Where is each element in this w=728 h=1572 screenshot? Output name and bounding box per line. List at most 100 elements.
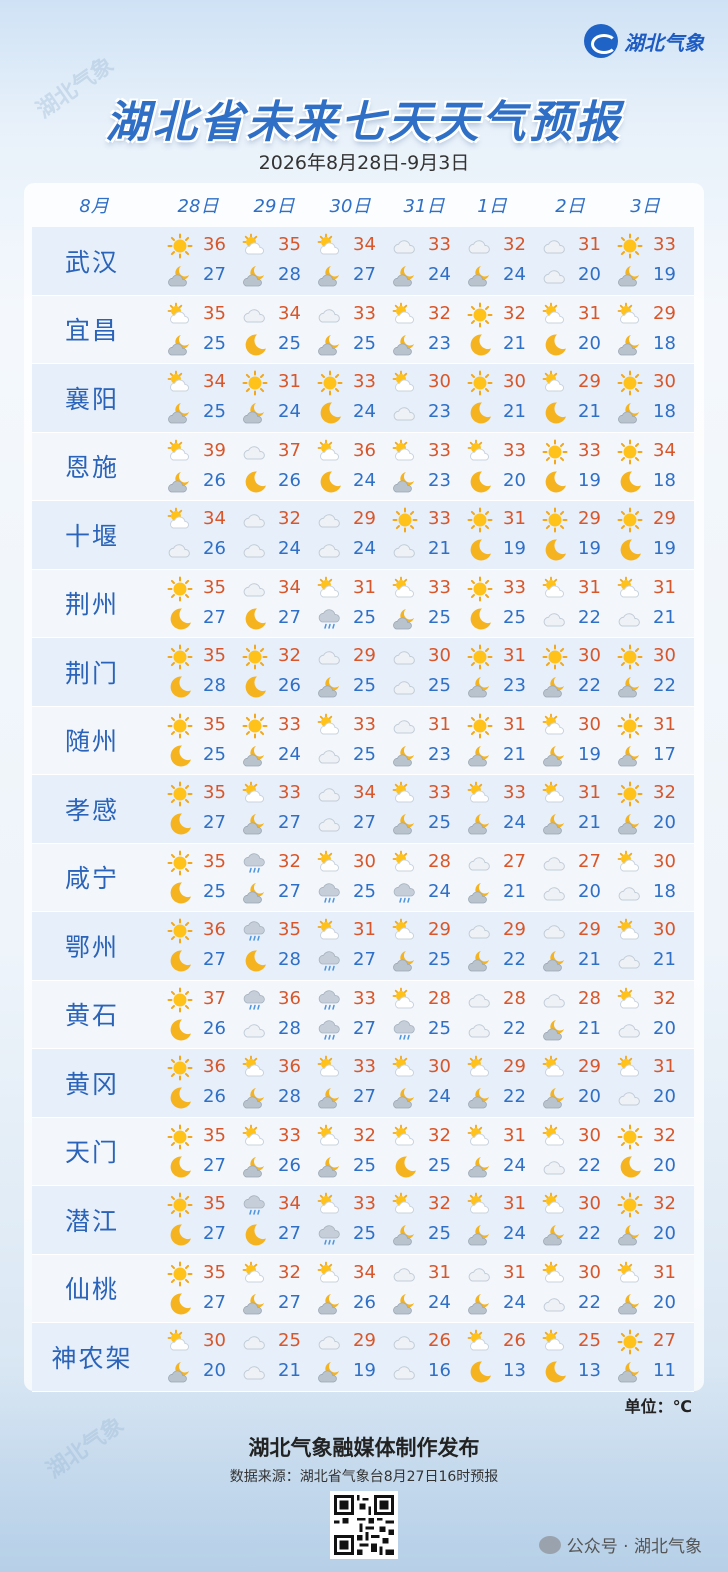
forecast-cell: 34 18 (617, 433, 693, 501)
cloudy-icon (542, 850, 568, 876)
low-temp: 27 (203, 1291, 226, 1313)
low-temp: 20 (653, 1086, 676, 1107)
wechat-account: 公众号 · 湖北气象 (538, 1532, 702, 1557)
high-temp: 35 (203, 713, 226, 735)
forecast-cell: 31 21 (467, 707, 543, 775)
partly-cloudy-night-icon (467, 743, 493, 769)
low-temp: 21 (503, 332, 526, 354)
high-temp: 31 (503, 508, 526, 529)
forecast-cell: 32 21 (467, 296, 543, 364)
forecast-cell: 28 21 (542, 981, 618, 1049)
partly-cloudy-icon (392, 781, 418, 807)
partly-cloudy-icon (317, 713, 343, 739)
partly-cloudy-night-icon (242, 880, 268, 906)
low-temp: 27 (353, 264, 376, 285)
low-temp: 21 (578, 949, 601, 970)
clear-night-icon (467, 606, 493, 632)
low-temp: 24 (353, 469, 376, 491)
forecast-cell: 32 23 (392, 296, 468, 364)
partly-cloudy-icon (617, 1261, 643, 1287)
forecast-cell: 39 26 (167, 433, 243, 501)
partly-cloudy-night-icon (392, 263, 418, 289)
low-temp: 24 (503, 1223, 526, 1244)
low-temp: 21 (503, 401, 526, 422)
high-temp: 34 (353, 1261, 376, 1283)
low-temp: 25 (428, 1017, 451, 1039)
table-header: 8月 28日 29日 30日 31日 1日 2日 3日 (32, 190, 694, 220)
partly-cloudy-night-icon (617, 400, 643, 426)
forecast-cell: 25 13 (542, 1323, 618, 1391)
low-temp: 25 (278, 332, 301, 354)
forecast-cell: 33 27 (242, 775, 318, 843)
forecast-cell: 30 22 (542, 1186, 618, 1254)
low-temp: 24 (428, 1291, 451, 1313)
clear-night-icon (167, 1154, 193, 1180)
high-temp: 31 (428, 713, 451, 735)
forecast-cell: 31 25 (317, 570, 393, 638)
high-temp: 33 (353, 713, 376, 735)
forecast-cell: 32 27 (242, 844, 318, 912)
low-temp: 28 (278, 264, 301, 285)
partly-cloudy-night-icon (542, 674, 568, 700)
forecast-cell: 27 20 (542, 844, 618, 912)
low-temp: 23 (428, 469, 451, 491)
low-temp: 20 (653, 1017, 676, 1039)
forecast-cell: 26 13 (467, 1323, 543, 1391)
high-temp: 33 (428, 576, 451, 598)
cloudy-icon (467, 1017, 493, 1043)
partly-cloudy-night-icon (617, 1291, 643, 1317)
forecast-cell: 33 25 (317, 1186, 393, 1254)
low-temp: 17 (653, 743, 676, 765)
low-temp: 28 (278, 1017, 301, 1039)
sunny-icon (167, 1192, 193, 1218)
low-temp: 21 (503, 880, 526, 902)
forecast-cell: 31 27 (317, 912, 393, 980)
high-temp: 29 (503, 919, 526, 940)
high-temp: 33 (428, 439, 451, 461)
cloudy-icon (317, 507, 343, 533)
low-temp: 27 (203, 949, 226, 970)
low-temp: 21 (278, 1360, 301, 1381)
low-temp: 24 (503, 1291, 526, 1313)
city-name: 襄阳 (64, 384, 119, 414)
partly-cloudy-icon (242, 233, 268, 259)
high-temp: 37 (278, 439, 301, 461)
cloudy-icon (392, 644, 418, 670)
cloudy-icon (392, 233, 418, 259)
partly-cloudy-night-icon (617, 332, 643, 358)
forecast-cell: 31 20 (617, 1049, 693, 1117)
low-temp: 24 (278, 401, 301, 422)
partly-cloudy-night-icon (392, 811, 418, 837)
partly-cloudy-night-icon (242, 1085, 268, 1111)
forecast-cell: 32 26 (242, 638, 318, 706)
low-temp: 21 (578, 401, 601, 422)
qr-code[interactable] (330, 1491, 398, 1559)
forecast-cell: 32 20 (617, 1118, 693, 1186)
city-name: 孝感 (64, 795, 119, 825)
partly-cloudy-icon (392, 576, 418, 602)
high-temp: 30 (653, 645, 676, 666)
sunny-icon (617, 1329, 643, 1355)
forecast-cell: 31 19 (467, 501, 543, 569)
clear-night-icon (242, 948, 268, 974)
forecast-cell: 30 22 (617, 638, 693, 706)
partly-cloudy-night-icon (167, 469, 193, 495)
low-temp: 27 (353, 812, 376, 833)
high-temp: 34 (353, 234, 376, 255)
high-temp: 33 (278, 713, 301, 735)
forecast-cell: 32 20 (617, 1186, 693, 1254)
high-temp: 28 (428, 987, 451, 1009)
partly-cloudy-night-icon (392, 469, 418, 495)
sunny-icon (617, 1192, 643, 1218)
high-temp: 29 (578, 508, 601, 529)
high-temp: 27 (503, 850, 526, 872)
high-temp: 33 (353, 1193, 376, 1214)
low-temp: 27 (203, 1154, 226, 1176)
partly-cloudy-night-icon (617, 743, 643, 769)
low-temp: 22 (578, 1291, 601, 1313)
low-temp: 25 (203, 880, 226, 902)
city-name: 十堰 (64, 521, 119, 551)
table-row: 孝感 35 27 33 27 34 27 33 25 33 24 31 21 32 20 (32, 775, 694, 844)
low-temp: 25 (353, 606, 376, 628)
high-temp: 33 (503, 576, 526, 598)
